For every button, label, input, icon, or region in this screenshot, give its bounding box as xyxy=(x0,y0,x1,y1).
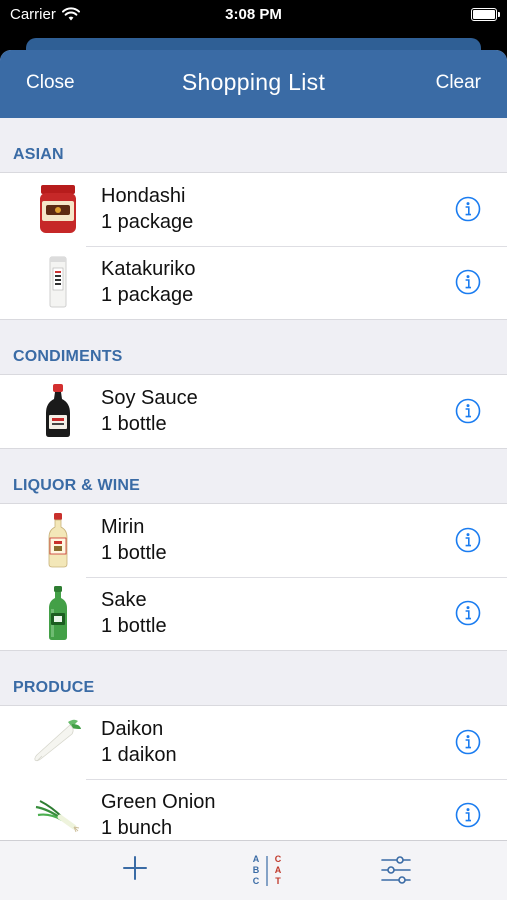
svg-text:C: C xyxy=(275,854,282,864)
section-header-condiments: CONDIMENTS xyxy=(0,320,507,374)
svg-text:A: A xyxy=(275,865,282,875)
section-group-asian: Hondashi 1 package Katakuriko 1 package xyxy=(0,172,507,320)
shopping-list: ASIAN Hondashi 1 package Katakuriko 1 pa… xyxy=(0,118,507,853)
item-quantity: 1 daikon xyxy=(101,744,177,766)
shopping-list-sheet: Close Shopping List Clear ASIAN Hondashi… xyxy=(0,50,507,900)
svg-text:T: T xyxy=(275,876,281,886)
item-name: Soy Sauce xyxy=(101,387,198,409)
soy-sauce-bottle-icon xyxy=(46,384,70,437)
nav-bar: Close Shopping List Clear xyxy=(0,50,507,118)
info-icon[interactable] xyxy=(455,600,481,626)
item-name: Hondashi xyxy=(101,185,186,207)
section-group-produce: Daikon 1 daikon Green Onion 1 bunch xyxy=(0,705,507,853)
item-name: Green Onion xyxy=(101,791,216,813)
sort-toggle-button[interactable]: A B C C A T xyxy=(250,853,286,889)
item-name: Sake xyxy=(101,589,147,611)
hondashi-jar-icon xyxy=(40,185,76,233)
battery-icon xyxy=(471,8,500,21)
section-title: PRODUCE xyxy=(13,679,95,696)
section-group-condiments: Soy Sauce 1 bottle xyxy=(0,374,507,449)
info-icon[interactable] xyxy=(455,196,481,222)
info-icon[interactable] xyxy=(455,527,481,553)
sake-bottle-icon xyxy=(49,586,67,640)
info-icon[interactable] xyxy=(455,802,481,828)
info-icon[interactable] xyxy=(455,398,481,424)
plus-icon[interactable] xyxy=(122,855,148,881)
section-group-liquor-wine: Mirin 1 bottle Sake 1 bottle xyxy=(0,503,507,651)
status-time: 3:08 PM xyxy=(225,6,282,23)
item-quantity: 1 bottle xyxy=(101,413,167,435)
section-header-liquor-wine: LIQUOR & WINE xyxy=(0,449,507,503)
list-item[interactable]: Hondashi 1 package xyxy=(0,173,507,246)
item-name: Mirin xyxy=(101,516,145,538)
bottom-toolbar: A B C C A T xyxy=(0,840,507,900)
list-item[interactable]: Sake 1 bottle xyxy=(0,577,507,650)
list-item[interactable]: Daikon 1 daikon xyxy=(0,706,507,779)
list-item[interactable]: Katakuriko 1 package xyxy=(0,246,507,319)
section-title: LIQUOR & WINE xyxy=(13,477,141,494)
list-item[interactable]: Mirin 1 bottle xyxy=(0,504,507,577)
item-quantity: 1 package xyxy=(101,284,194,306)
item-quantity: 1 bottle xyxy=(101,542,167,564)
page-title: Shopping List xyxy=(181,69,326,95)
status-bar: Carrier 3:08 PM xyxy=(0,0,507,30)
section-header-produce: PRODUCE xyxy=(0,651,507,705)
item-name: Katakuriko xyxy=(101,258,196,280)
item-quantity: 1 bunch xyxy=(101,817,173,839)
mirin-bottle-icon xyxy=(48,513,68,568)
list-item[interactable]: Soy Sauce 1 bottle xyxy=(0,375,507,448)
item-name: Daikon xyxy=(101,718,164,740)
section-title: CONDIMENTS xyxy=(13,348,123,365)
svg-text:A: A xyxy=(253,854,260,864)
item-quantity: 1 bottle xyxy=(101,615,167,637)
info-icon[interactable] xyxy=(455,269,481,295)
info-icon[interactable] xyxy=(455,729,481,755)
green-onion-icon xyxy=(35,800,80,833)
section-title: ASIAN xyxy=(13,146,64,163)
daikon-icon xyxy=(34,719,81,762)
section-header-asian: ASIAN xyxy=(0,118,507,172)
clear-button[interactable]: Clear xyxy=(436,72,481,94)
svg-text:C: C xyxy=(253,876,260,886)
item-quantity: 1 package xyxy=(101,211,194,233)
svg-text:B: B xyxy=(253,865,260,875)
sliders-icon[interactable] xyxy=(380,855,412,885)
katakuriko-package-icon xyxy=(49,256,67,308)
